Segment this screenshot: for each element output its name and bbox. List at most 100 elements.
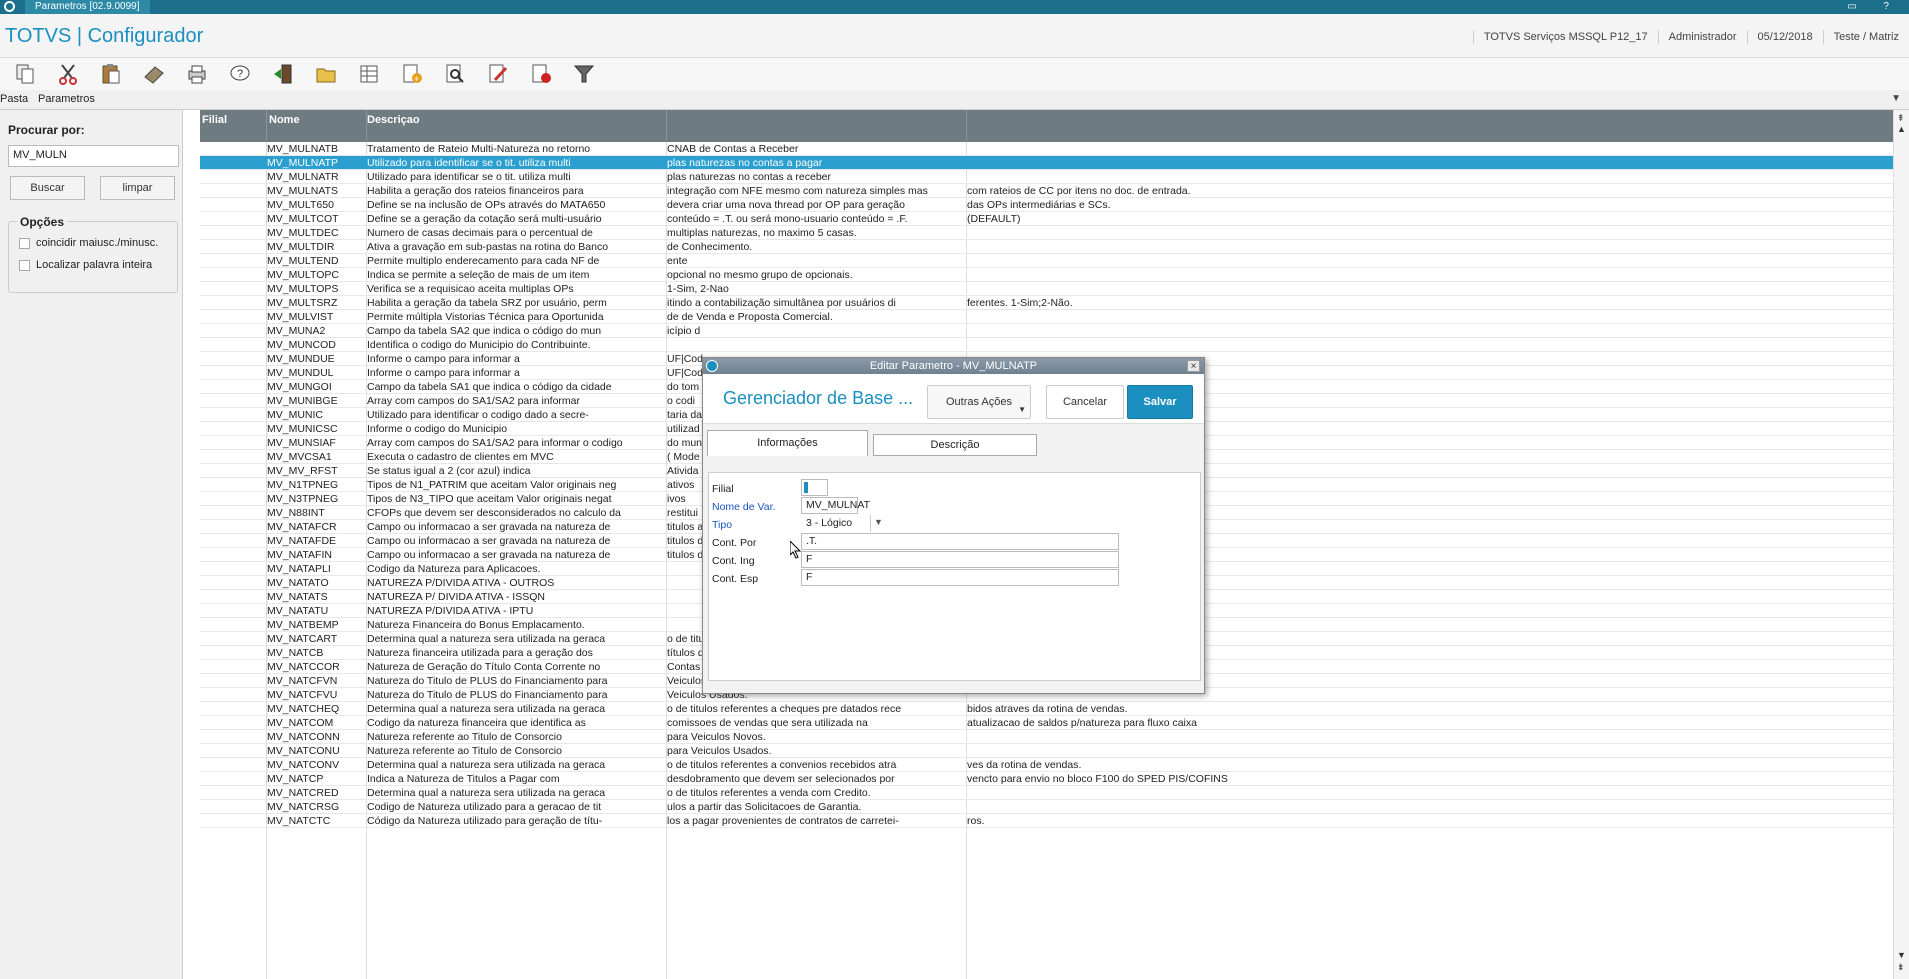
cell-nome: MV_N88INT <box>267 507 325 519</box>
outras-acoes-button[interactable]: Outras Ações ▼ <box>927 385 1031 419</box>
tab-descricao[interactable]: Descrição <box>873 434 1037 456</box>
checkbox[interactable] <box>19 259 30 271</box>
cell-descricao: Utilizado para identificar se o tit. uti… <box>367 157 571 169</box>
table-row[interactable]: MV_NATCHEQ Determina qual a natureza sera… <box>200 702 1893 716</box>
search-icon[interactable] <box>433 60 476 88</box>
app-logo-icon <box>4 1 15 12</box>
table-row[interactable]: MV_NATCTC Código da Natureza utilizado pa… <box>200 814 1893 828</box>
cell-nome: MV_MULTOPC <box>267 269 339 281</box>
cell-desc-cont: icípio d <box>667 325 701 337</box>
delete-icon[interactable] <box>519 60 562 88</box>
cell-nome: MV_MUNDUE <box>267 353 335 365</box>
scroll-bottom-icon[interactable]: ⇟ <box>1897 962 1905 973</box>
header-nome[interactable]: Nome <box>269 114 300 126</box>
table-row[interactable]: MV_NATCONN Natureza referente ao Titulo d… <box>200 730 1893 744</box>
table-row[interactable]: MV_MULNATP Utilizado para identificar se … <box>200 156 1893 170</box>
table-row[interactable]: MV_NATCRSG Codigo de Natureza utilizado p… <box>200 800 1893 814</box>
cell-descricao: Natureza Financeira do Bonus Emplacament… <box>367 619 585 631</box>
option-whole-word[interactable]: Localizar palavra inteira <box>19 259 152 271</box>
cell-desc-cont: ulos a partir das Solicitacoes de Garant… <box>667 801 862 813</box>
grid-scrollbar[interactable]: ⇞ ▲ ▼ ⇟ <box>1893 110 1909 979</box>
option-match-case[interactable]: coincidir maiusc./minusc. <box>19 237 158 249</box>
table-row[interactable]: MV_NATCOM Codigo da natureza financeira q… <box>200 716 1893 730</box>
copy-icon[interactable] <box>3 60 46 88</box>
table-row[interactable]: MV_NATCRED Determina qual a natureza sera… <box>200 786 1893 800</box>
header-descricao[interactable]: Descriçao <box>367 114 420 126</box>
close-icon[interactable]: × <box>1187 360 1200 372</box>
cell-nome: MV_NATCCOR <box>267 661 340 673</box>
table-row[interactable]: MV_NATCONV Determina qual a natureza sera… <box>200 758 1893 772</box>
tipo-select[interactable]: 3 - Lógico ▼ <box>801 515 887 532</box>
system-icons[interactable]: ▭ ? <box>1847 1 1901 12</box>
cell-nome: MV_MUNIBGE <box>267 395 338 407</box>
buscar-button[interactable]: Buscar <box>10 176 85 200</box>
eraser-icon[interactable] <box>132 60 175 88</box>
window-tab[interactable]: Parametros [02.9.0099] <box>25 0 150 14</box>
cell-nome: MV_NATCFVU <box>267 689 338 701</box>
cell-desc-cont: desdobramento que devem ser selecionados… <box>667 773 895 785</box>
tab-parametros[interactable]: Parametros <box>38 93 95 105</box>
table-icon[interactable] <box>347 60 390 88</box>
table-row[interactable]: MV_MULTDEC Numero de casas decimais para … <box>200 226 1893 240</box>
header-filial[interactable]: Filial <box>202 114 227 126</box>
filter-icon[interactable] <box>562 60 605 88</box>
scroll-up-icon[interactable]: ▲ <box>1897 124 1906 134</box>
table-row[interactable]: MV_MULTOPC Indica se permite a seleção de… <box>200 268 1893 282</box>
scroll-down-icon[interactable]: ▼ <box>1897 950 1906 960</box>
cell-desc-cont: integração com NFE mesmo com natureza si… <box>667 185 928 197</box>
exit-icon[interactable] <box>261 60 304 88</box>
cut-icon[interactable] <box>46 60 89 88</box>
tab-informacoes[interactable]: Informações <box>707 430 868 456</box>
cell-desc-cont: para Veiculos Usados. <box>667 745 772 757</box>
table-row[interactable]: MV_MULTSRZ Habilita a geração da tabela S… <box>200 296 1893 310</box>
table-row[interactable]: MV_MULNATS Habilita a geração dos rateios… <box>200 184 1893 198</box>
cell-desc-cont: de Conhecimento. <box>667 241 753 253</box>
cell-descricao: Determina qual a natureza sera utilizada… <box>367 633 606 645</box>
cell-nome: MV_NATAFDE <box>267 535 337 547</box>
cont-esp-field[interactable]: F <box>801 569 1119 586</box>
table-row[interactable]: MV_MUNCOD Identifica o codigo do Municipi… <box>200 338 1893 352</box>
table-row[interactable]: MV_MULTEND Permite multiplo enderecamento… <box>200 254 1893 268</box>
tab-pasta[interactable]: Pasta <box>0 93 28 105</box>
dialog-header-title: Gerenciador de Base ... <box>723 388 914 408</box>
edit-icon[interactable] <box>476 60 519 88</box>
table-row[interactable]: MV_MULT650 Define se na inclusão de OPs a… <box>200 198 1893 212</box>
cell-nome: MV_MULNATB <box>267 143 338 155</box>
table-row[interactable]: MV_MULTOPS Verifica se a requisicao aceit… <box>200 282 1893 296</box>
cancelar-button[interactable]: Cancelar <box>1046 385 1124 419</box>
search-input[interactable]: MV_MULN <box>8 145 179 167</box>
cell-desc-cont: comissoes de vendas que sera utilizada n… <box>667 717 868 729</box>
filial-field[interactable] <box>801 479 828 496</box>
help-icon[interactable]: ? <box>218 60 261 88</box>
dialog-header: Gerenciador de Base ... Outras Ações ▼ C… <box>703 374 1204 424</box>
table-row[interactable]: MV_MULTDIR Ativa a gravação em sub-pastas… <box>200 240 1893 254</box>
cell-descricao: Codigo da natureza financeira que identi… <box>367 717 586 729</box>
cell-descricao: Define se na inclusão de OPs através do … <box>367 199 606 211</box>
table-row[interactable]: MV_MUNA2 Campo da tabela SA2 que indica o… <box>200 324 1893 338</box>
paste-icon[interactable] <box>89 60 132 88</box>
user-info: Administrador <box>1657 30 1747 44</box>
table-row[interactable]: MV_MULNATR Utilizado para identificar se … <box>200 170 1893 184</box>
nome-var-field[interactable]: MV_MULNAT <box>801 497 870 514</box>
cont-ing-field[interactable]: F <box>801 551 1119 568</box>
scroll-top-icon[interactable]: ⇞ <box>1897 113 1905 124</box>
table-row[interactable]: MV_MULVIST Permite múltipla Vistorias Téc… <box>200 310 1893 324</box>
table-row[interactable]: MV_NATCP Indica a Natureza de Titulos a P… <box>200 772 1893 786</box>
cont-por-field[interactable]: .T. <box>801 533 1119 550</box>
cell-descricao: Indica se permite a seleção de mais de u… <box>367 269 590 281</box>
table-row[interactable]: MV_NATCONU Natureza referente ao Titulo d… <box>200 744 1893 758</box>
add-icon[interactable]: + <box>390 60 433 88</box>
cell-nome: MV_MULNATP <box>267 157 338 169</box>
limpar-button[interactable]: limpar <box>100 176 175 200</box>
folder-icon[interactable] <box>304 60 347 88</box>
checkbox[interactable] <box>19 237 30 249</box>
chevron-down-icon[interactable]: ▼ <box>1891 93 1901 104</box>
print-icon[interactable] <box>175 60 218 88</box>
server-info: TOTVS Serviços MSSQL P12_17 <box>1472 30 1658 44</box>
cell-nome: MV_MULTSRZ <box>267 297 338 309</box>
salvar-button[interactable]: Salvar <box>1127 385 1193 419</box>
cell-desc-cont: para Veiculos Novos. <box>667 731 766 743</box>
table-row[interactable]: MV_MULNATB Tratamento de Rateio Multi-Nat… <box>200 142 1893 156</box>
table-row[interactable]: MV_MULTCOT Define se a geração da cotação… <box>200 212 1893 226</box>
cell-desc-cont: 1-Sim, 2-Nao <box>667 283 729 295</box>
